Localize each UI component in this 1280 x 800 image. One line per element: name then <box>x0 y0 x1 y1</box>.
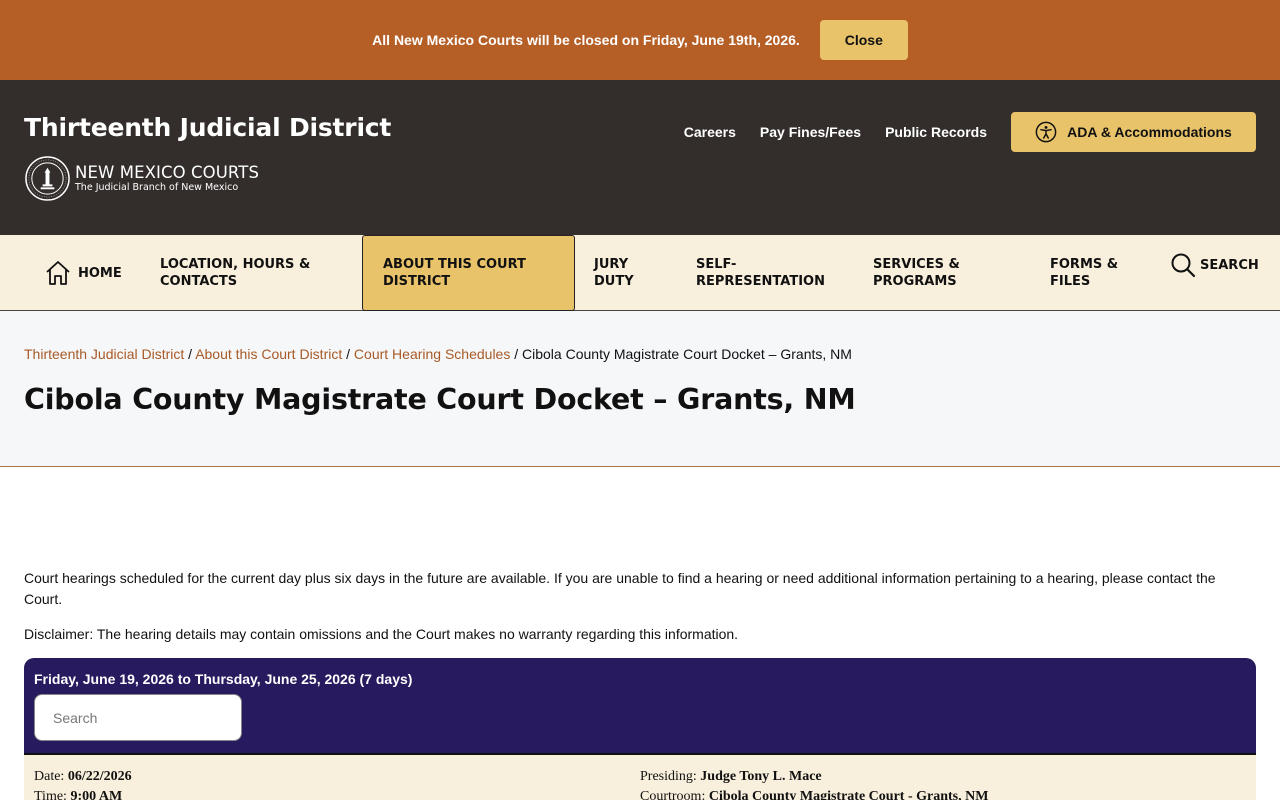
docket-search-input[interactable] <box>34 694 242 741</box>
nav-forms-label: FORMS & FILES <box>1050 257 1119 289</box>
pay-fines-link[interactable]: Pay Fines/Fees <box>760 124 861 140</box>
search-icon <box>1171 253 1196 278</box>
brand-tagline: The Judicial Branch of New Mexico <box>75 182 239 193</box>
breadcrumb-home[interactable]: Thirteenth Judicial District <box>24 346 184 362</box>
breadcrumb: Thirteenth Judicial District / About thi… <box>24 346 852 362</box>
nav-services[interactable]: SERVICES & PROGRAMS <box>873 235 993 311</box>
nav-location[interactable]: LOCATION, HOURS & CONTACTS <box>160 235 330 311</box>
alert-banner: All New Mexico Courts will be closed on … <box>0 0 1280 80</box>
page-hero: Thirteenth Judicial District / About thi… <box>0 311 1280 467</box>
utility-nav: Careers Pay Fines/Fees Public Records AD… <box>684 112 1256 152</box>
intro-text: Court hearings scheduled for the current… <box>24 570 1216 607</box>
accessibility-icon <box>1035 121 1057 143</box>
nav-jury[interactable]: JURY DUTY <box>594 235 664 311</box>
page-title: Cibola County Magistrate Court Docket – … <box>24 383 856 416</box>
site-title[interactable]: Thirteenth Judicial District <box>24 113 391 142</box>
nav-home[interactable]: HOME <box>44 235 122 311</box>
main-content: Court hearings scheduled for the current… <box>0 568 1280 800</box>
nav-jury-label: JURY DUTY <box>594 257 634 289</box>
breadcrumb-separator: / <box>346 346 351 362</box>
nav-search[interactable]: SEARCH <box>1170 227 1259 303</box>
nav-services-label: SERVICES & PROGRAMS <box>873 257 960 289</box>
nav-location-label: LOCATION, HOURS & CONTACTS <box>160 257 311 289</box>
home-icon <box>46 261 70 285</box>
nav-home-label: HOME <box>78 265 122 281</box>
site-header: Thirteenth Judicial District NEW MEXICO … <box>0 80 1280 235</box>
main-nav: HOME LOCATION, HOURS & CONTACTS ABOUT TH… <box>0 235 1280 311</box>
breadcrumb-current: Cibola County Magistrate Court Docket – … <box>522 346 852 362</box>
nav-search-label: SEARCH <box>1200 257 1259 273</box>
breadcrumb-schedules[interactable]: Court Hearing Schedules <box>354 346 510 362</box>
hearing-date: Date: 06/22/2026 <box>34 769 132 784</box>
hearing-courtroom: Courtroom: Cibola County Magistrate Cour… <box>640 789 989 800</box>
hearing-presiding: Presiding: Judge Tony L. Mace <box>640 769 822 784</box>
nav-self-representation[interactable]: SELF-REPRESENTATION <box>696 235 836 311</box>
nav-about[interactable]: ABOUT THIS COURT DISTRICT <box>362 235 575 311</box>
breadcrumb-about[interactable]: About this Court District <box>195 346 342 362</box>
nav-self-rep-label: SELF-REPRESENTATION <box>696 257 825 289</box>
hearing-row: Date: 06/22/2026 Time: 9:00 AM Presiding… <box>24 753 1256 800</box>
docket-panel: Friday, June 19, 2026 to Thursday, June … <box>24 658 1256 753</box>
careers-link[interactable]: Careers <box>684 124 736 140</box>
alert-message: All New Mexico Courts will be closed on … <box>372 32 800 48</box>
breadcrumb-separator: / <box>188 346 193 362</box>
breadcrumb-separator: / <box>514 346 519 362</box>
court-seal-icon <box>25 156 70 201</box>
disclaimer-text: Disclaimer: The hearing details may cont… <box>24 626 739 642</box>
ada-label: ADA & Accommodations <box>1067 124 1232 140</box>
brand-name: NEW MEXICO COURTS <box>75 163 260 182</box>
public-records-link[interactable]: Public Records <box>885 124 987 140</box>
nav-forms[interactable]: FORMS & FILES <box>1050 235 1140 311</box>
alert-close-button[interactable]: Close <box>819 20 908 60</box>
nav-about-label: ABOUT THIS COURT DISTRICT <box>383 257 526 289</box>
ada-accommodations-button[interactable]: ADA & Accommodations <box>1011 112 1256 152</box>
hearing-time: Time: 9:00 AM <box>34 789 123 800</box>
brand-logo[interactable]: NEW MEXICO COURTS The Judicial Branch of… <box>24 155 259 202</box>
docket-date-range: Friday, June 19, 2026 to Thursday, June … <box>34 671 413 687</box>
